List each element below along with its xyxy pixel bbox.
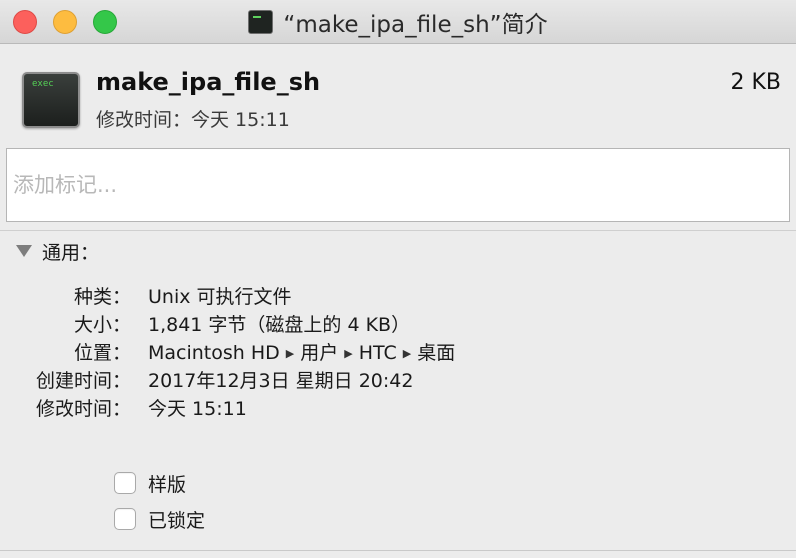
title-bar: “make_ipa_file_sh”简介 [0,0,796,44]
size-value: 1,841 字节（磁盘上的 4 KB） [148,314,411,336]
locked-label[interactable]: 已锁定 [148,506,205,533]
path-arrow-icon: ▶ [285,347,295,360]
modified-summary: 修改时间：今天 15:11 [96,109,290,131]
info-row-created: 创建时间： 2017年12月3日 星期日 20:42 [0,366,796,394]
path-item[interactable]: HTC [359,342,397,364]
stationery-checkbox[interactable] [114,472,136,494]
locked-checkbox[interactable] [114,508,136,530]
terminal-icon [248,10,274,34]
locked-option[interactable]: 已锁定 [114,506,205,532]
modified-label: 修改时间： [35,398,131,420]
window-title-group: “make_ipa_file_sh”简介 [0,0,796,44]
window-title: “make_ipa_file_sh”简介 [283,12,548,38]
size-label: 大小： [73,314,131,336]
where-path: Macintosh HD ▶ 用户 ▶ HTC ▶ 桌面 [148,338,455,365]
path-item[interactable]: 用户 [300,342,338,364]
file-header: exec make_ipa_file_sh 2 KB 修改时间：今天 15:11 [0,44,796,148]
stationery-option[interactable]: 样版 [114,470,186,496]
kind-label: 种类： [73,286,131,308]
divider [0,230,796,231]
info-row-where: 位置： Macintosh HD ▶ 用户 ▶ HTC ▶ 桌面 [0,338,796,366]
where-label: 位置： [73,342,131,364]
stationery-label[interactable]: 样版 [148,470,186,497]
path-arrow-icon: ▶ [402,347,412,360]
path-item[interactable]: 桌面 [417,342,455,364]
info-row-size: 大小： 1,841 字节（磁盘上的 4 KB） [0,310,796,338]
created-value: 2017年12月3日 星期日 20:42 [148,370,414,392]
general-section-toggle[interactable]: 通用： [16,238,99,264]
path-item[interactable]: Macintosh HD [148,342,280,364]
tags-input[interactable] [6,148,790,222]
file-size: 2 KB [730,70,781,95]
modified-value: 今天 15:11 [148,398,247,420]
disclosure-triangle-icon[interactable] [16,245,32,257]
kind-value: Unix 可执行文件 [148,286,292,308]
info-row-kind: 种类： Unix 可执行文件 [0,282,796,310]
path-arrow-icon: ▶ [344,347,353,360]
general-section-title: 通用： [42,241,100,264]
exec-icon-label: exec [32,79,54,89]
created-label: 创建时间： [35,370,131,392]
file-name: make_ipa_file_sh [96,68,321,96]
info-row-modified: 修改时间： 今天 15:11 [0,394,796,422]
bottom-divider [0,550,796,551]
exec-icon: exec [22,72,80,128]
